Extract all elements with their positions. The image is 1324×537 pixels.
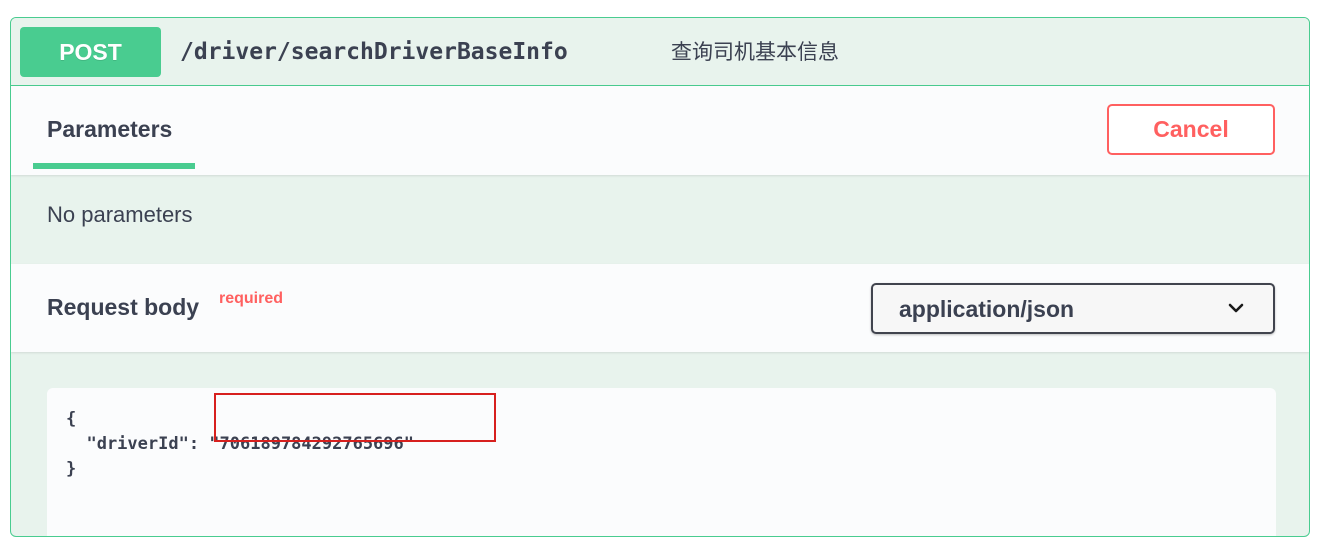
content-type-select[interactable]: application/json xyxy=(871,283,1275,334)
required-label: required xyxy=(219,290,284,307)
request-body-header: Request body required application/json xyxy=(11,264,1309,352)
highlight-annotation-box xyxy=(214,393,496,442)
operation-description: 查询司机基本信息 xyxy=(671,41,839,64)
code-close-brace: } xyxy=(66,459,77,479)
operation-summary[interactable]: POST /driver/searchDriverBaseInfo 查询司机基本… xyxy=(11,18,1309,86)
operation-path: /driver/searchDriverBaseInfo xyxy=(180,39,568,65)
chevron-down-icon xyxy=(1227,299,1245,317)
tab-parameters[interactable]: Parameters xyxy=(47,116,172,143)
code-key: "driverId": xyxy=(66,434,210,454)
no-parameters-text: No parameters xyxy=(47,202,193,227)
request-body-title: Request body xyxy=(47,294,200,320)
code-open-brace: { xyxy=(66,409,77,429)
operation-block: POST /driver/searchDriverBaseInfo 查询司机基本… xyxy=(10,17,1310,537)
method-badge: POST xyxy=(20,27,161,77)
content-type-value: application/json xyxy=(899,296,1075,322)
cancel-button[interactable]: Cancel xyxy=(1107,104,1275,155)
tab-active-indicator xyxy=(33,163,195,169)
parameters-header: Parameters Cancel xyxy=(11,86,1309,175)
